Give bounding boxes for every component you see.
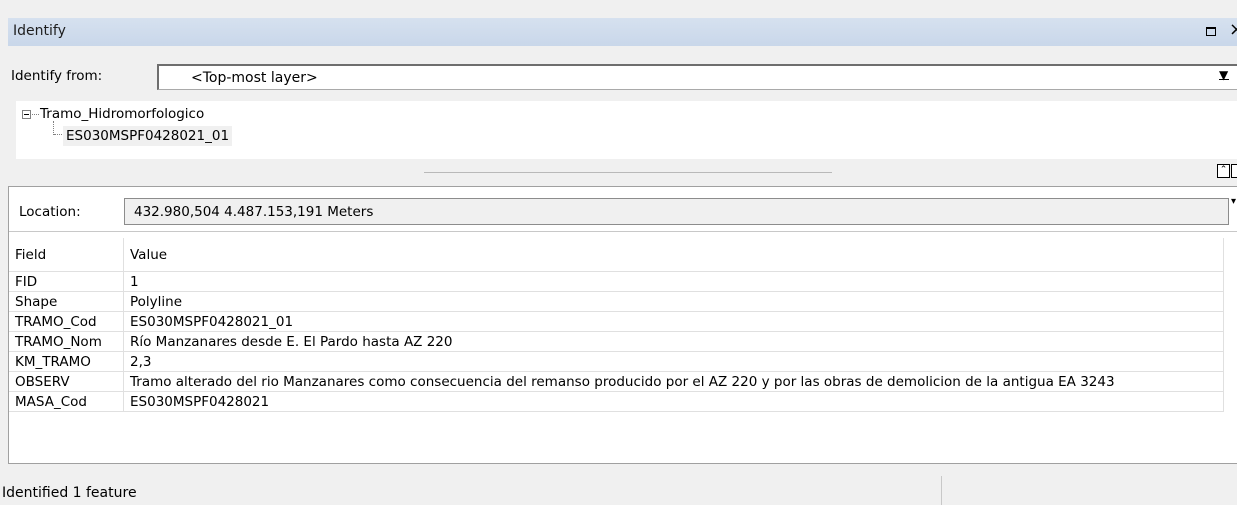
value-cell: Tramo alterado del rio Manzanares como c…: [123, 371, 1224, 392]
status-bar: Identified 1 feature: [0, 466, 1237, 505]
table-header-row: Field Value: [9, 238, 1224, 272]
value-cell: 2,3: [123, 351, 1224, 372]
field-cell: TRAMO_Cod: [9, 311, 124, 332]
attributes-table: Field Value FID 1 Shape Polyline TRAMO_C…: [9, 238, 1224, 412]
tree-connector: [54, 134, 62, 135]
side-panel-button[interactable]: [1231, 164, 1237, 178]
location-field[interactable]: 432.980,504 4.487.153,191 Meters: [124, 198, 1229, 225]
field-cell: Shape: [9, 291, 124, 312]
column-header-field[interactable]: Field: [9, 238, 124, 272]
close-icon[interactable]: ×: [1229, 20, 1237, 40]
location-menu-icon[interactable]: ▾: [1231, 196, 1236, 207]
tree-feature-node[interactable]: ES030MSPF0428021_01: [63, 126, 233, 146]
field-cell: TRAMO_Nom: [9, 331, 124, 352]
location-value: 432.980,504 4.487.153,191 Meters: [134, 204, 374, 220]
field-cell: FID: [9, 271, 124, 292]
table-row[interactable]: FID 1: [9, 271, 1224, 292]
table-row[interactable]: TRAMO_Cod ES030MSPF0428021_01: [9, 311, 1224, 332]
value-cell: Río Manzanares desde E. El Pardo hasta A…: [123, 331, 1224, 352]
value-cell: ES030MSPF0428021: [123, 391, 1224, 412]
tree-connector: [32, 114, 39, 115]
table-row[interactable]: MASA_Cod ES030MSPF0428021: [9, 391, 1224, 412]
value-cell: Polyline: [123, 291, 1224, 312]
field-cell: OBSERV: [9, 371, 124, 392]
collapse-node-icon[interactable]: [22, 110, 31, 119]
field-cell: KM_TRAMO: [9, 351, 124, 372]
identify-from-selected: <Top-most layer>: [191, 70, 318, 86]
tree-layer-node[interactable]: Tramo_Hidromorfologico: [40, 106, 204, 122]
attributes-panel: Location: 432.980,504 4.487.153,191 Mete…: [8, 186, 1237, 464]
location-label: Location:: [19, 204, 81, 220]
value-cell: 1: [123, 271, 1224, 292]
window-title: Identify: [13, 23, 66, 39]
table-row[interactable]: Shape Polyline: [9, 291, 1224, 312]
dropdown-arrow-icon[interactable]: ▼: [1219, 68, 1229, 82]
table-row[interactable]: TRAMO_Nom Río Manzanares desde E. El Par…: [9, 331, 1224, 352]
panel-splitter[interactable]: [424, 172, 832, 173]
maximize-icon[interactable]: [1206, 27, 1216, 36]
identify-from-dropdown[interactable]: <Top-most layer> ▼: [157, 64, 1237, 90]
identify-from-label: Identify from:: [11, 68, 103, 84]
window-titlebar[interactable]: Identify ×: [8, 18, 1237, 46]
status-text: Identified 1 feature: [2, 485, 137, 501]
value-cell: ES030MSPF0428021_01: [123, 311, 1224, 332]
tree-connector: [53, 121, 54, 135]
column-header-value[interactable]: Value: [123, 238, 1224, 272]
divider: [9, 231, 1237, 232]
status-divider: [941, 476, 942, 505]
table-row[interactable]: OBSERV Tramo alterado del rio Manzanares…: [9, 371, 1224, 392]
collapse-panel-icon[interactable]: ⌃: [1217, 164, 1230, 178]
field-cell: MASA_Cod: [9, 391, 124, 412]
table-row[interactable]: KM_TRAMO 2,3: [9, 351, 1224, 372]
results-tree: Tramo_Hidromorfologico ES030MSPF0428021_…: [16, 101, 1237, 159]
